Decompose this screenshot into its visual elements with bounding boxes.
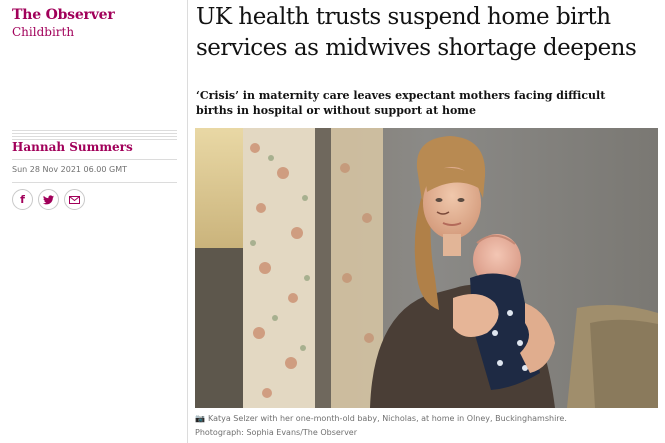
- caption-text: Katya Selzer with her one-month-old baby…: [207, 414, 567, 423]
- author-link[interactable]: Hannah Summers: [12, 140, 133, 154]
- facebook-icon: f: [20, 193, 25, 206]
- publish-date: Sun 28 Nov 2021 06.00 GMT: [12, 165, 127, 174]
- camera-icon: 📷: [195, 414, 205, 423]
- share-facebook-button[interactable]: f: [12, 189, 33, 210]
- photo-credit: Photograph: Sophia Evans/The Observer: [195, 428, 358, 437]
- article-meta-column: The Observer Childbirth Hannah Summers S…: [12, 0, 182, 443]
- article-standfirst: ‘Crisis’ in maternity care leaves expect…: [196, 89, 606, 117]
- article-headline: UK health trusts suspend home birth serv…: [196, 4, 637, 61]
- section-title[interactable]: The Observer: [12, 7, 115, 23]
- divider: [12, 159, 177, 160]
- column-divider: [187, 0, 188, 443]
- divider: [12, 182, 177, 183]
- share-buttons: f: [12, 189, 85, 210]
- twitter-icon: [43, 194, 54, 204]
- share-twitter-button[interactable]: [38, 189, 59, 210]
- share-email-button[interactable]: [64, 189, 85, 210]
- section-subtitle[interactable]: Childbirth: [12, 25, 74, 39]
- article-main-photo[interactable]: [195, 128, 658, 408]
- photo-caption: 📷 Katya Selzer with her one-month-old bab…: [195, 412, 660, 440]
- email-icon: [69, 195, 80, 204]
